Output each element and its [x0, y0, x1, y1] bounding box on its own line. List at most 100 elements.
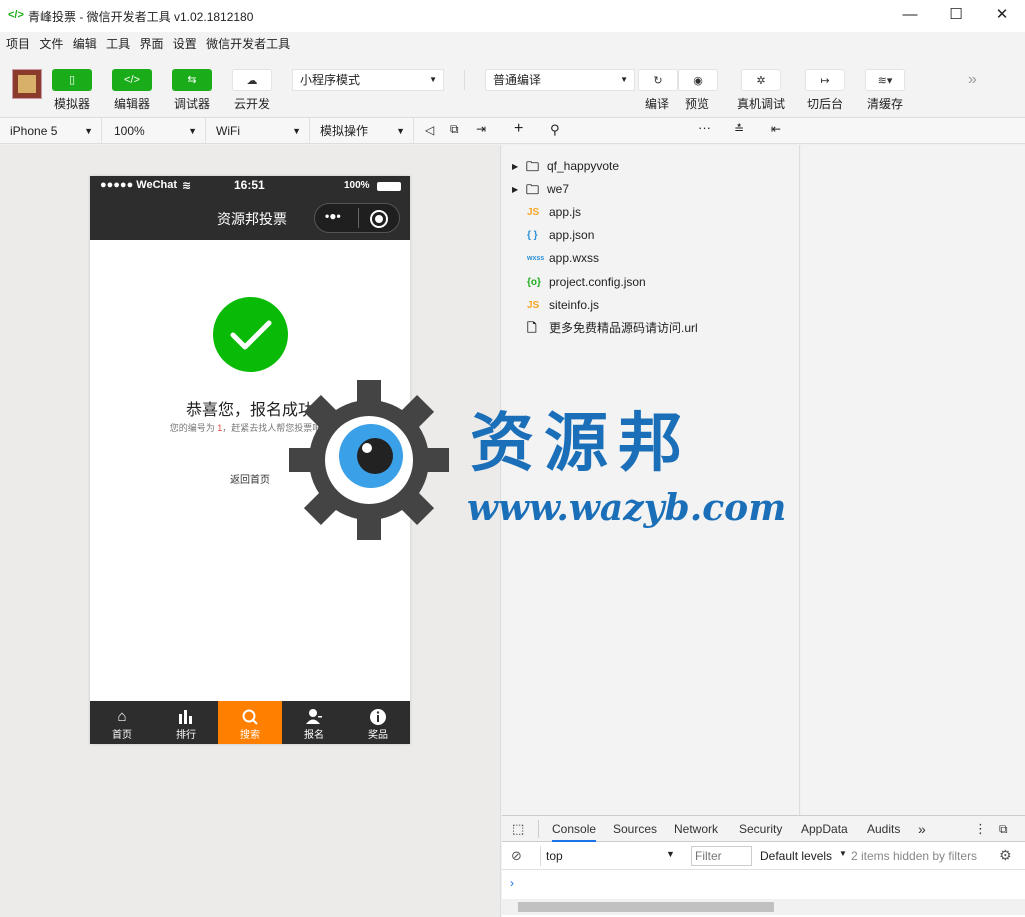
- scrollbar-thumb[interactable]: [518, 902, 774, 912]
- tab-signup[interactable]: 报名: [282, 701, 346, 744]
- mode-select[interactable]: 小程序模式 ▼: [292, 69, 444, 91]
- menu-settings[interactable]: 设置: [167, 32, 197, 56]
- tree-item-file[interactable]: { } app.json: [502, 224, 800, 247]
- tab-appdata[interactable]: AppData: [801, 816, 848, 842]
- zoom-select[interactable]: 100% ▼: [102, 118, 206, 144]
- eye-icon[interactable]: ◉: [678, 69, 718, 91]
- dock-icon[interactable]: ⧉: [999, 816, 1008, 842]
- menu-tools[interactable]: 工具: [100, 32, 130, 56]
- tree-item-file[interactable]: {o} project.config.json: [502, 271, 800, 294]
- search-icon[interactable]: ⚲: [550, 122, 560, 138]
- debugger-button[interactable]: 调试器: [162, 95, 222, 112]
- menu-project[interactable]: 项目: [0, 32, 30, 56]
- clear-console-icon[interactable]: ⊘: [511, 848, 522, 864]
- bug-icon[interactable]: ✲: [741, 69, 781, 91]
- device-select[interactable]: iPhone 5 ▼: [0, 118, 102, 144]
- tab-security[interactable]: Security: [739, 816, 782, 842]
- volume-icon[interactable]: ◁: [425, 123, 434, 137]
- simulator-icon[interactable]: ▯: [52, 69, 92, 91]
- window-icon[interactable]: ⧉: [450, 122, 459, 137]
- editor-button[interactable]: 编辑器: [102, 95, 162, 112]
- battery-label: 100%: [344, 180, 370, 191]
- compile-mode-select[interactable]: 普通编译 ▼: [485, 69, 635, 91]
- menu-edit[interactable]: 编辑: [67, 32, 97, 56]
- tab-home[interactable]: ⌂ 首页: [90, 701, 154, 744]
- more-dots-icon[interactable]: •●•: [325, 209, 341, 223]
- panel-toggle-icon[interactable]: ⇤: [771, 122, 781, 136]
- background-button[interactable]: 切后台: [795, 95, 855, 112]
- more-tabs-icon[interactable]: »: [918, 816, 926, 842]
- avatar[interactable]: [12, 69, 42, 99]
- toolbar-divider: [464, 70, 465, 90]
- close-miniprogram-icon[interactable]: [370, 210, 388, 228]
- tree-item-label: app.json: [549, 228, 595, 242]
- editor-icon[interactable]: </>: [112, 69, 152, 91]
- clear-cache-button[interactable]: 清缓存: [855, 95, 915, 112]
- json-file-icon: { }: [527, 230, 538, 241]
- mode-select-value: 小程序模式: [300, 73, 361, 87]
- filter-input[interactable]: [691, 846, 752, 866]
- tab-ranking[interactable]: 排行: [154, 701, 218, 744]
- js-file-icon: JS: [527, 300, 540, 311]
- switch-background-icon[interactable]: ↦: [805, 69, 845, 91]
- tab-search[interactable]: 搜索: [218, 701, 282, 744]
- window-title: 青峰投票 - 微信开发者工具 v1.02.1812180: [28, 10, 254, 24]
- tab-prizes[interactable]: 奖品: [346, 701, 410, 744]
- refresh-icon[interactable]: ↻: [638, 69, 678, 91]
- tree-item-file[interactable]: wxss app.wxss: [502, 247, 800, 270]
- tab-audits[interactable]: Audits: [867, 816, 900, 842]
- console-prompt-icon[interactable]: ›: [510, 876, 514, 890]
- operation-select[interactable]: 模拟操作 ▼: [310, 118, 414, 144]
- compile-mode-value: 普通编译: [493, 73, 542, 87]
- detach-icon[interactable]: ⇥: [476, 122, 486, 136]
- caret-right-icon[interactable]: ▶: [512, 178, 518, 201]
- context-select[interactable]: top ▼: [540, 846, 678, 866]
- tree-item-file[interactable]: 🗋 更多免费精品源码请访问.url: [502, 317, 800, 340]
- watermark-logo: [289, 380, 449, 540]
- simulator-button[interactable]: 模拟器: [42, 95, 102, 112]
- console-filter-bar: ⊘ top ▼ Default levels ▼ 2 items hidden …: [502, 843, 1025, 870]
- minimize-button[interactable]: —: [887, 0, 933, 32]
- maximize-button[interactable]: ☐: [933, 0, 979, 32]
- tree-item-file[interactable]: JS siteinfo.js: [502, 294, 800, 317]
- menu-view[interactable]: 界面: [133, 32, 163, 56]
- inspect-icon[interactable]: ⬚: [512, 821, 524, 837]
- cloud-button[interactable]: 云开发: [222, 95, 282, 112]
- menu-file[interactable]: 文件: [33, 32, 63, 56]
- horizontal-scrollbar[interactable]: [502, 899, 1025, 915]
- context-value: top: [546, 849, 563, 863]
- caret-right-icon[interactable]: ▶: [512, 155, 518, 178]
- network-select[interactable]: WiFi ▼: [206, 118, 310, 144]
- watermark-url: www.wazyb.com: [467, 487, 787, 529]
- tab-sources[interactable]: Sources: [613, 816, 657, 842]
- log-levels-select[interactable]: Default levels: [760, 849, 832, 863]
- tree-item-folder[interactable]: ▶ 🗀 we7: [502, 178, 800, 201]
- debugger-icon[interactable]: ⇆: [172, 69, 212, 91]
- devtools-console: ⬚ Console Sources Network Security AppDa…: [502, 815, 1025, 917]
- battery-icon: [377, 182, 401, 191]
- add-file-icon[interactable]: +: [514, 120, 523, 138]
- preview-button[interactable]: 预览: [667, 95, 727, 112]
- home-icon: ⌂: [117, 708, 127, 725]
- tree-item-file[interactable]: JS app.js: [502, 201, 800, 224]
- kebab-menu-icon[interactable]: ⋮: [974, 816, 987, 842]
- tab-bar: ⌂ 首页 排行 搜索 报名 奖品: [90, 701, 410, 744]
- collapse-icon[interactable]: ≛: [734, 122, 744, 136]
- tab-console[interactable]: Console: [552, 816, 597, 842]
- more-icon[interactable]: ···: [698, 120, 711, 135]
- more-chevron-icon[interactable]: »: [968, 71, 977, 89]
- cloud-icon[interactable]: ☁: [232, 69, 272, 91]
- menu-devtools[interactable]: 微信开发者工具: [200, 32, 290, 56]
- tab-network[interactable]: Network: [674, 816, 718, 842]
- devtools-tab-bar: ⬚ Console Sources Network Security AppDa…: [502, 816, 1025, 842]
- gear-icon[interactable]: ⚙: [999, 847, 1012, 864]
- layers-icon[interactable]: ≋▾: [865, 69, 905, 91]
- chevron-down-icon: ▼: [396, 126, 405, 136]
- close-button[interactable]: ✕: [979, 0, 1025, 32]
- chevron-down-icon: ▼: [429, 75, 437, 84]
- tab-label: 报名: [304, 730, 324, 741]
- chevron-down-icon: ▼: [839, 849, 847, 858]
- remote-debug-button[interactable]: 真机调试: [731, 95, 791, 112]
- tree-item-folder[interactable]: ▶ 🗀 qf_happyvote: [502, 155, 800, 178]
- watermark-name: 资源邦: [470, 406, 692, 481]
